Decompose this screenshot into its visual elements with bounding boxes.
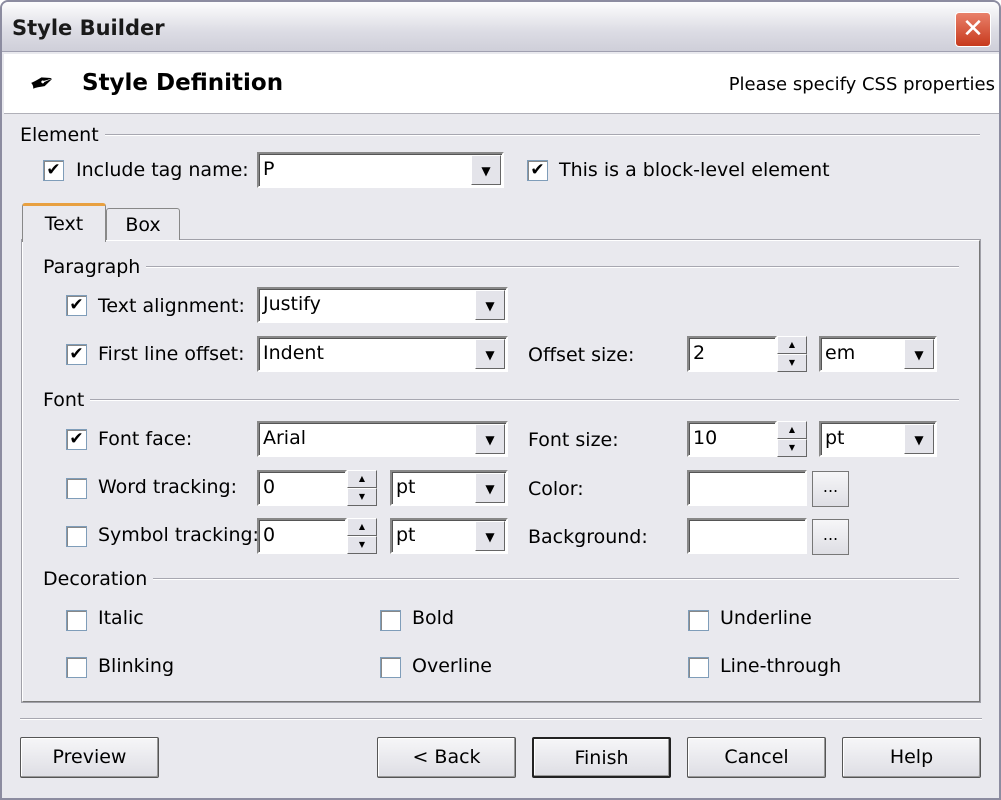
block-level-checkbox[interactable]: ✔ bbox=[527, 160, 548, 181]
back-button[interactable]: < Back bbox=[377, 737, 516, 778]
font-size-unit-value: pt bbox=[825, 427, 845, 449]
quill-pen-icon: ✒ bbox=[24, 62, 61, 105]
chevron-down-icon[interactable]: ▼ bbox=[904, 424, 934, 454]
line-through-label: Line-through bbox=[720, 655, 842, 677]
decoration-group-label: Decoration bbox=[43, 568, 148, 590]
spin-up-icon[interactable]: ▲ bbox=[777, 421, 807, 439]
font-size-unit-combo[interactable]: pt ▼ bbox=[819, 421, 937, 457]
color-picker-button[interactable]: ... bbox=[812, 471, 849, 507]
first-line-offset-checkbox[interactable]: ✔ bbox=[66, 344, 87, 365]
tag-name-combo[interactable]: P ▼ bbox=[257, 152, 504, 188]
page-subtitle: Please specify CSS properties bbox=[728, 74, 995, 95]
bold-label: Bold bbox=[412, 607, 454, 629]
offset-unit-value: em bbox=[825, 342, 856, 364]
color-label: Color: bbox=[528, 478, 584, 500]
spin-up-icon[interactable]: ▲ bbox=[777, 336, 807, 354]
font-size-spinner[interactable]: ▲ ▼ bbox=[777, 421, 807, 457]
element-group-label: Element bbox=[20, 124, 99, 146]
window-title: Style Builder bbox=[12, 16, 165, 40]
blinking-checkbox[interactable] bbox=[66, 657, 87, 678]
chevron-down-icon[interactable]: ▼ bbox=[475, 290, 505, 320]
first-line-offset-label: First line offset: bbox=[98, 343, 245, 365]
overline-checkbox[interactable] bbox=[380, 657, 401, 678]
first-line-offset-combo[interactable]: Indent ▼ bbox=[257, 336, 508, 372]
style-builder-dialog: Style Builder ✕ ✒ Style Definition Pleas… bbox=[0, 0, 1001, 800]
include-tag-label: Include tag name: bbox=[76, 159, 249, 181]
header-panel: ✒ Style Definition Please specify CSS pr… bbox=[4, 54, 999, 114]
paragraph-group: Paragraph bbox=[43, 256, 959, 278]
chevron-down-icon[interactable]: ▼ bbox=[904, 339, 934, 369]
chevron-down-icon[interactable]: ▼ bbox=[475, 339, 505, 369]
tab-box[interactable]: Box bbox=[106, 208, 180, 240]
word-tracking-unit-value: pt bbox=[396, 476, 416, 498]
word-tracking-spinner[interactable]: ▲ ▼ bbox=[347, 470, 377, 506]
include-tag-checkbox[interactable]: ✔ bbox=[43, 160, 64, 181]
color-input[interactable] bbox=[687, 470, 807, 506]
element-group: Element bbox=[20, 124, 980, 146]
offset-unit-combo[interactable]: em ▼ bbox=[819, 336, 937, 372]
background-input[interactable] bbox=[687, 518, 807, 554]
overline-label: Overline bbox=[412, 655, 492, 677]
text-alignment-combo[interactable]: Justify ▼ bbox=[257, 287, 508, 323]
spin-down-icon[interactable]: ▼ bbox=[347, 488, 377, 506]
paragraph-group-label: Paragraph bbox=[43, 256, 141, 278]
font-group: Font bbox=[43, 389, 959, 411]
spin-down-icon[interactable]: ▼ bbox=[777, 439, 807, 457]
cancel-button[interactable]: Cancel bbox=[687, 737, 826, 778]
word-tracking-input[interactable]: 0 bbox=[257, 470, 347, 506]
spin-down-icon[interactable]: ▼ bbox=[347, 536, 377, 554]
chevron-down-icon[interactable]: ▼ bbox=[475, 424, 505, 454]
background-label: Background: bbox=[528, 526, 648, 548]
spin-up-icon[interactable]: ▲ bbox=[347, 518, 377, 536]
finish-button[interactable]: Finish bbox=[532, 737, 671, 778]
offset-size-input[interactable]: 2 bbox=[687, 336, 777, 372]
italic-label: Italic bbox=[98, 607, 144, 629]
font-face-value: Arial bbox=[263, 427, 307, 449]
text-alignment-checkbox[interactable]: ✔ bbox=[66, 295, 87, 316]
tab-text[interactable]: Text bbox=[22, 203, 106, 242]
first-line-offset-value: Indent bbox=[263, 342, 324, 364]
preview-button[interactable]: Preview bbox=[20, 737, 159, 778]
offset-size-spinner[interactable]: ▲ ▼ bbox=[777, 336, 807, 372]
word-tracking-checkbox[interactable] bbox=[66, 478, 87, 499]
background-picker-button[interactable]: ... bbox=[812, 519, 849, 555]
spin-up-icon[interactable]: ▲ bbox=[347, 470, 377, 488]
title-bar: Style Builder ✕ bbox=[2, 2, 999, 52]
word-tracking-label: Word tracking: bbox=[98, 476, 238, 498]
font-size-input[interactable]: 10 bbox=[687, 421, 777, 457]
bold-checkbox[interactable] bbox=[380, 610, 401, 631]
symbol-tracking-input[interactable]: 0 bbox=[257, 518, 347, 554]
font-face-combo[interactable]: Arial ▼ bbox=[257, 421, 508, 457]
line-through-checkbox[interactable] bbox=[688, 657, 709, 678]
underline-label: Underline bbox=[720, 607, 812, 629]
close-button[interactable]: ✕ bbox=[955, 12, 991, 47]
chevron-down-icon[interactable]: ▼ bbox=[475, 473, 505, 503]
underline-checkbox[interactable] bbox=[688, 610, 709, 631]
chevron-down-icon[interactable]: ▼ bbox=[475, 521, 505, 551]
font-size-label: Font size: bbox=[528, 429, 619, 451]
symbol-tracking-unit-value: pt bbox=[396, 524, 416, 546]
text-alignment-value: Justify bbox=[263, 293, 321, 315]
chevron-down-icon[interactable]: ▼ bbox=[471, 155, 501, 185]
block-level-label: This is a block-level element bbox=[559, 159, 830, 181]
symbol-tracking-label: Symbol tracking: bbox=[98, 524, 259, 546]
symbol-tracking-spinner[interactable]: ▲ ▼ bbox=[347, 518, 377, 554]
page-title: Style Definition bbox=[82, 70, 284, 96]
italic-checkbox[interactable] bbox=[66, 610, 87, 631]
font-face-label: Font face: bbox=[98, 428, 193, 450]
offset-size-label: Offset size: bbox=[528, 344, 635, 366]
help-button[interactable]: Help bbox=[842, 737, 981, 778]
text-alignment-label: Text alignment: bbox=[98, 295, 245, 317]
symbol-tracking-checkbox[interactable] bbox=[66, 526, 87, 547]
symbol-tracking-unit-combo[interactable]: pt ▼ bbox=[390, 518, 508, 554]
tag-name-value: P bbox=[263, 158, 275, 180]
decoration-group: Decoration bbox=[43, 568, 959, 590]
word-tracking-unit-combo[interactable]: pt ▼ bbox=[390, 470, 508, 506]
spin-down-icon[interactable]: ▼ bbox=[777, 354, 807, 372]
font-face-checkbox[interactable]: ✔ bbox=[66, 429, 87, 450]
font-group-label: Font bbox=[43, 389, 85, 411]
blinking-label: Blinking bbox=[98, 655, 175, 677]
footer-divider bbox=[20, 718, 982, 720]
